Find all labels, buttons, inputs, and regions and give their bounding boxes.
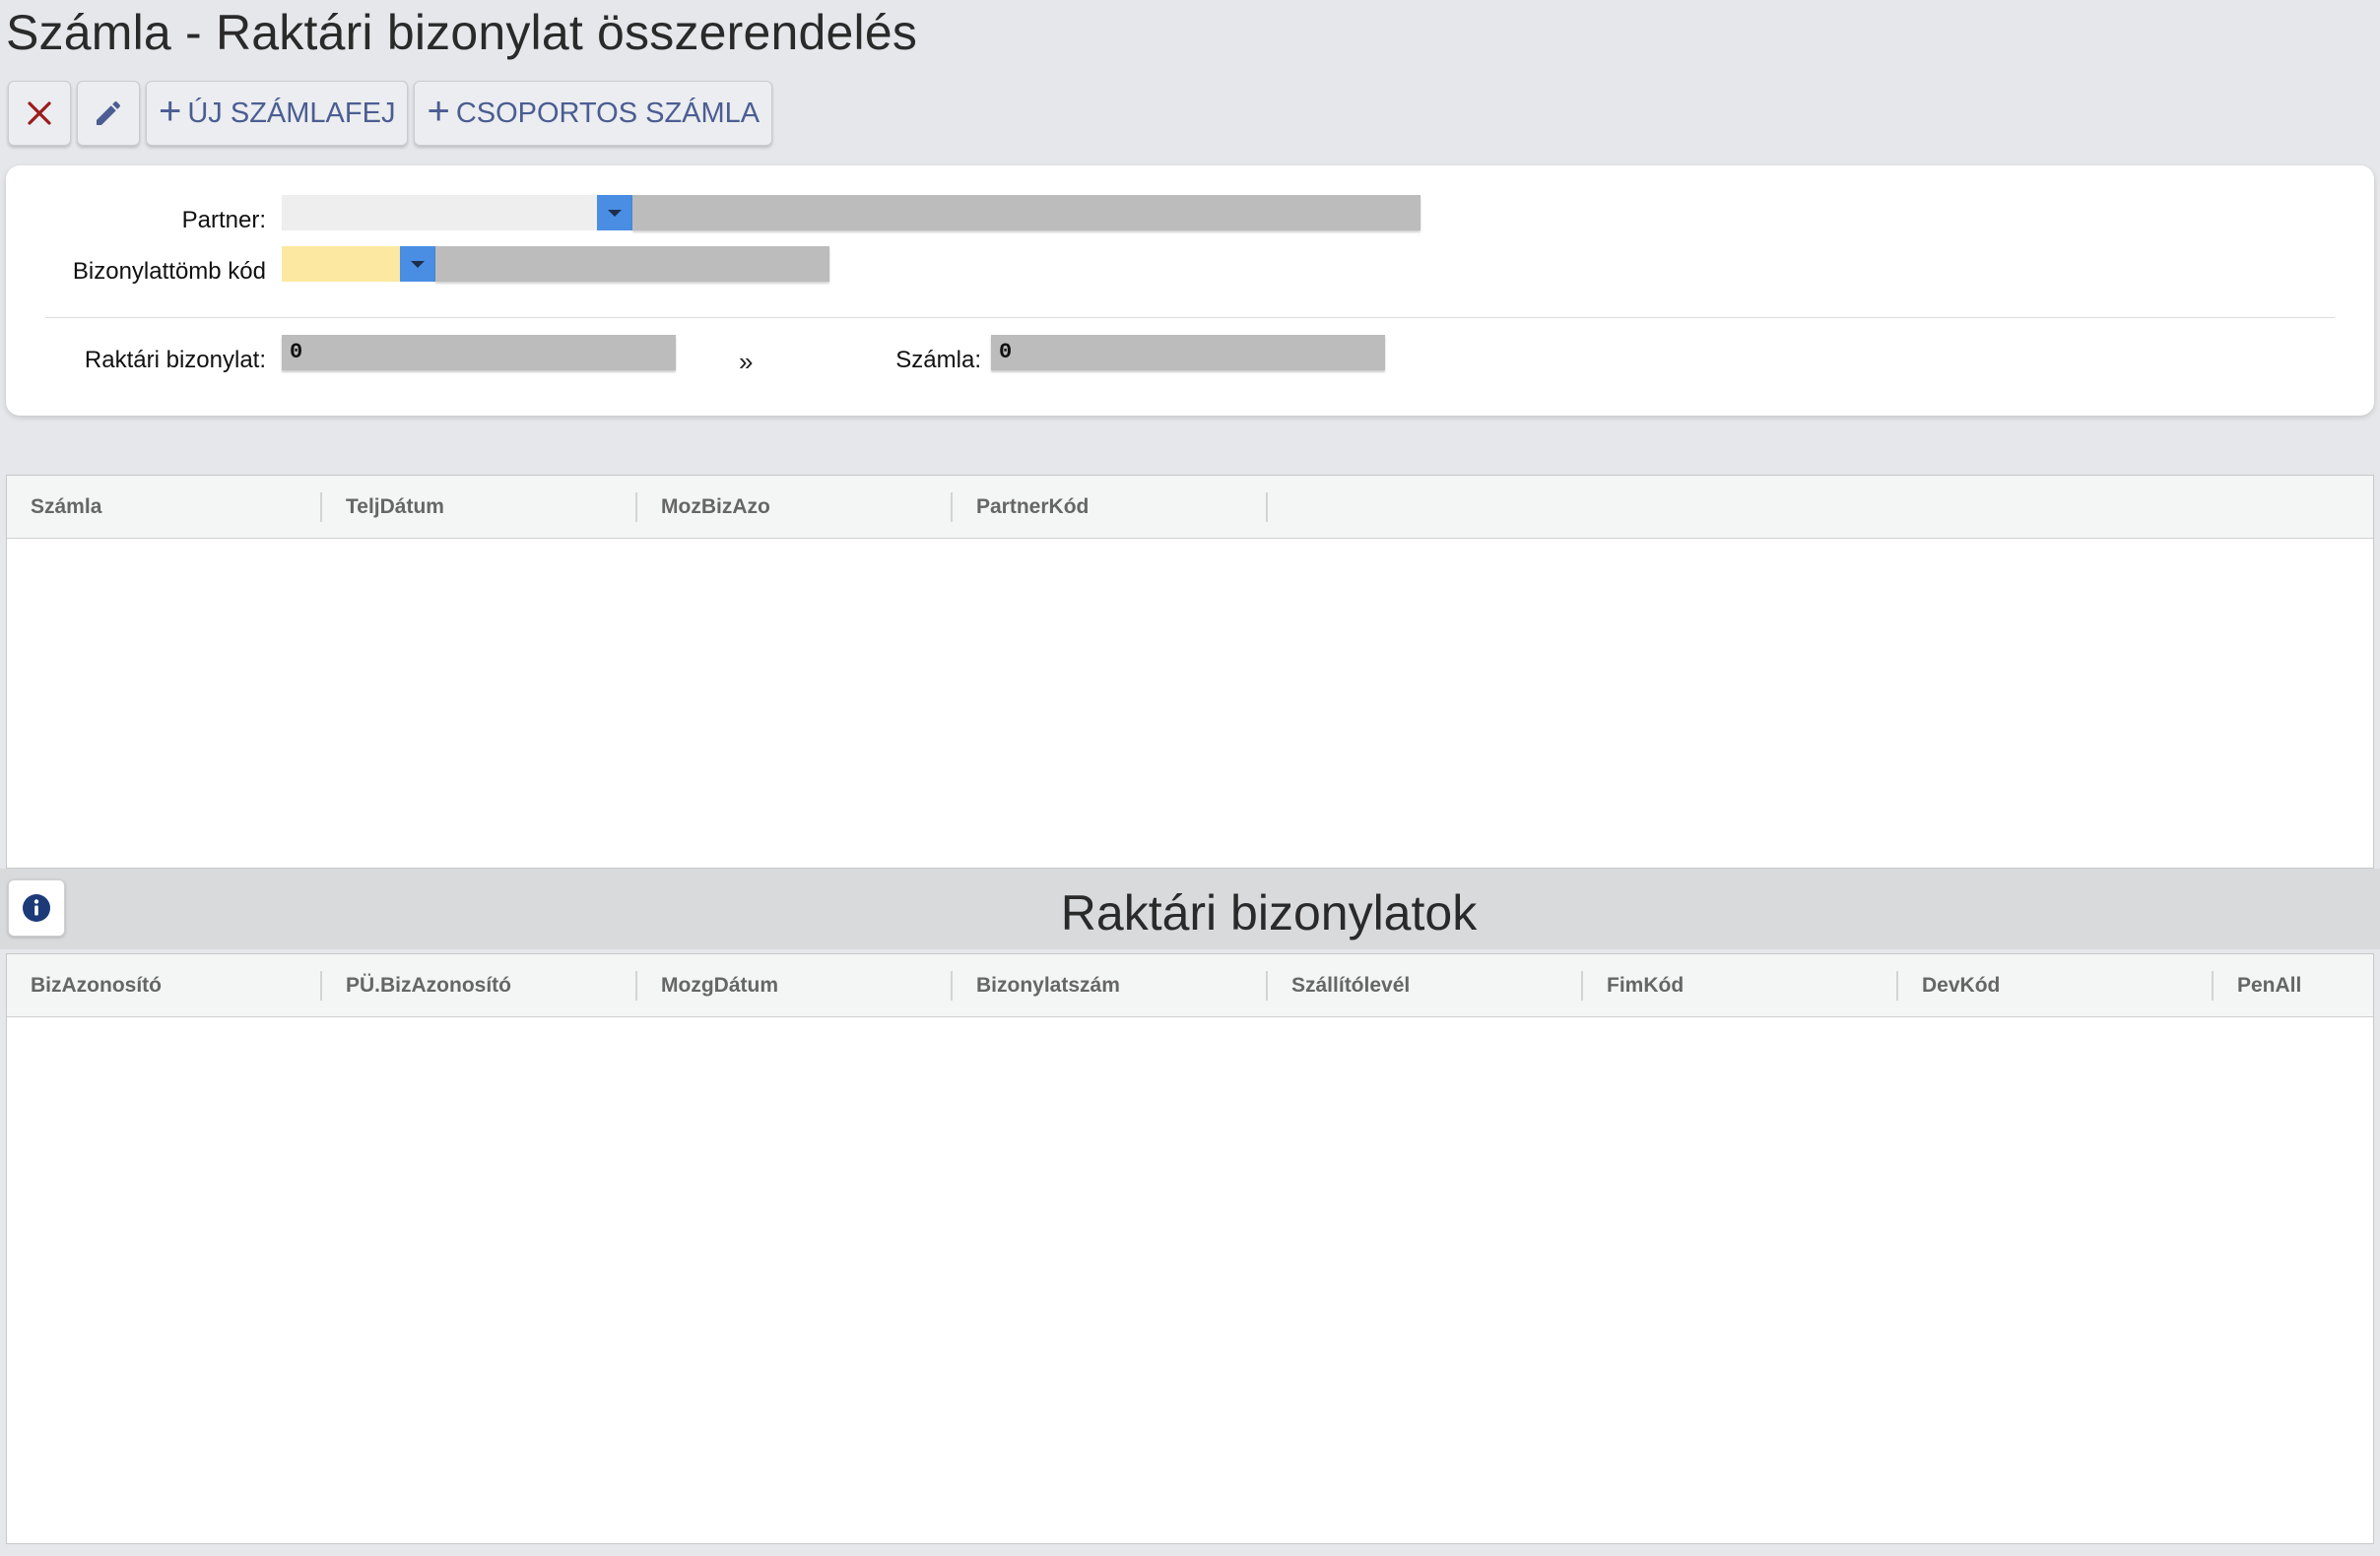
group-invoice-button[interactable]: + CSOPORTOS SZÁMLA [414,81,773,146]
column-header-completion-date[interactable]: TeljDátum [322,491,637,522]
group-invoice-label: CSOPORTOS SZÁMLA [455,97,760,129]
column-header-status[interactable]: PenAll [2214,971,2371,1001]
warehouse-section-title: Raktári bizonylatok [1060,885,1478,940]
invoice-grid-header: Számla TeljDátum MozBizAzo PartnerKód [7,476,2373,539]
pencil-icon [97,100,121,125]
close-icon [28,101,51,125]
page-title: Számla - Raktári bizonylat összerendelés [6,5,918,60]
partner-code-input[interactable] [282,195,599,230]
partner-name-field [632,195,1421,230]
warehouse-doc-count-label: Raktári bizonylat: [84,347,266,373]
filter-panel: Partner: Bizonylattömb kód Raktári bizon… [6,165,2374,416]
column-header-invoice[interactable]: Számla [7,491,322,522]
chevron-down-icon [608,209,622,217]
partner-label: Partner: [181,207,266,233]
plus-icon: + [427,90,450,133]
edit-button[interactable] [77,81,140,146]
toolbar: + ÚJ SZÁMLAFEJ + CSOPORTOS SZÁMLA [8,81,773,146]
column-header-currency-code[interactable]: DevKód [1898,970,2214,1001]
column-header-movement-doc-id[interactable]: MozBizAzo [637,491,953,522]
chevron-down-icon [411,260,425,268]
column-header-movement-date[interactable]: MozgDátum [637,970,953,1001]
warehouse-doc-count-field: 0 [282,335,676,370]
invoice-count-field: 0 [991,335,1385,370]
plus-icon: + [159,90,182,133]
arrow-indicator: » [739,347,754,376]
column-header-partner-code[interactable]: PartnerKód [953,491,1268,522]
doc-block-label: Bizonylattömb kód [72,258,266,285]
invoice-grid: Számla TeljDátum MozBizAzo PartnerKód [6,475,2374,869]
column-header-doc-id[interactable]: BizAzonosító [7,970,322,1001]
partner-dropdown-button[interactable] [597,195,632,230]
invoice-count-label: Számla: [895,347,981,373]
close-button[interactable] [8,81,71,146]
doc-block-name-field [435,246,829,282]
separator [45,317,2335,318]
column-header-fim-code[interactable]: FimKód [1583,970,1898,1001]
doc-block-code-input[interactable] [282,246,402,282]
column-header-doc-number[interactable]: Bizonylatszám [953,970,1268,1001]
new-invoice-header-button[interactable]: + ÚJ SZÁMLAFEJ [146,81,409,146]
warehouse-docs-grid-header: BizAzonosító PÜ.BizAzonosító MozgDátum B… [7,954,2373,1017]
new-invoice-header-label: ÚJ SZÁMLAFEJ [187,97,396,129]
doc-block-dropdown-button[interactable] [400,246,435,282]
warehouse-docs-grid: BizAzonosító PÜ.BizAzonosító MozgDátum B… [6,953,2374,1544]
column-header-fin-doc-id[interactable]: PÜ.BizAzonosító [322,970,637,1001]
column-header-delivery-note[interactable]: Szállítólevél [1268,970,1583,1001]
